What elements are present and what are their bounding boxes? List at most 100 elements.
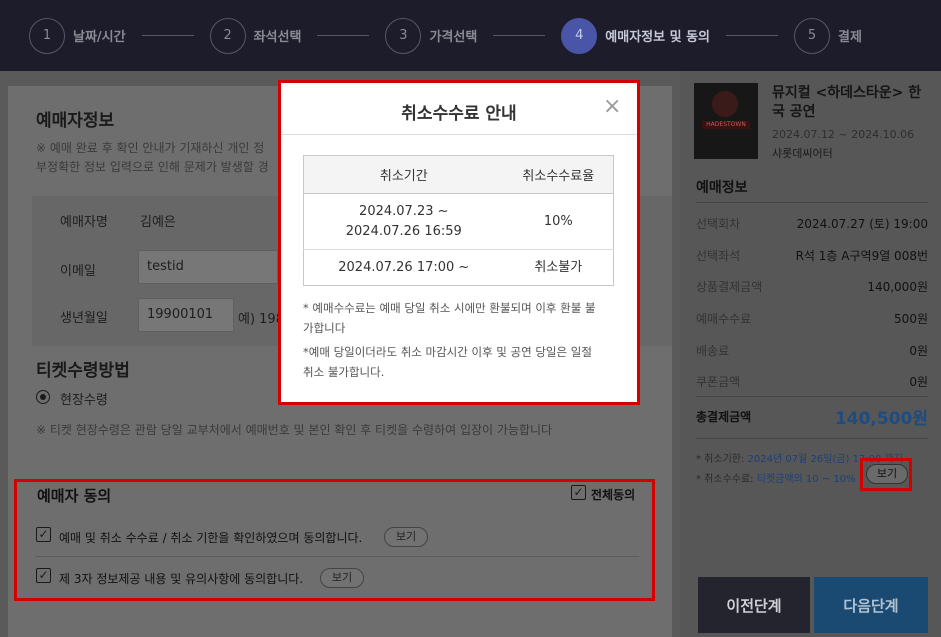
period-cell: 2024.07.26 17:00 ~ [338, 259, 470, 275]
step-5: 5 결제 [794, 17, 862, 54]
ticket-method-title: 티켓수령방법 [36, 361, 130, 381]
table-row: 2024.07.23 ~ 2024.07.26 16:59 10% [303, 193, 614, 250]
note-line: *예매 당일이더라도 취소 마감시간 이후 및 공연 당일은 일절 [303, 345, 592, 359]
step-divider [141, 35, 194, 36]
info-row-booking-fee: 예매수수료 500원 [696, 310, 928, 327]
step-1: 1 날짜/시간 [29, 17, 210, 54]
note-line: 가합니다 [303, 321, 346, 335]
cancel-deadline-label: * 취소기한: [696, 454, 745, 465]
booker-info-title: 예매자정보 [36, 111, 115, 131]
period-cell: 2024.07.23 ~ 2024.07.26 16:59 [303, 193, 504, 250]
note-line: 취소 불가합니다. [303, 365, 385, 379]
birth-label: 생년월일 [60, 311, 108, 326]
rate-cell: 취소불가 [534, 259, 583, 275]
show-title: 뮤지컬 <하데스타운> 한국 공연 [772, 85, 922, 120]
cancel-fee-modal: 취소수수료 안내 × 취소기간 취소수수료율 2024.07.23 ~ 2024… [278, 80, 640, 405]
cancel-fee: * 취소수수료: 티켓금액의 10 ~ 10% [696, 470, 856, 485]
step-3: 3 가격선택 [385, 17, 561, 54]
agree-fee-label: 예매 및 취소 수수료 / 취소 기한을 확인하였으며 동의합니다. [59, 531, 363, 545]
booking-summary-panel: HADESTOWN 뮤지컬 <하데스타운> 한국 공연 2024.07.12 ~… [680, 71, 941, 637]
table-row: 2024.07.26 17:00 ~ 취소불가 [304, 250, 614, 286]
agreement-title: 예매자 동의 [37, 487, 112, 505]
email-label: 이메일 [60, 264, 96, 279]
poster-logo: HADESTOWN [702, 121, 750, 129]
column-header-rate: 취소수수료율 [503, 155, 614, 194]
info-value: 500원 [894, 312, 928, 326]
agree-all-label: 전체동의 [591, 488, 636, 502]
step-divider [317, 35, 370, 36]
birth-field[interactable]: 19900101 [138, 298, 234, 332]
agree-third-party-checkbox[interactable]: ✓ [36, 568, 51, 583]
booking-info-title: 예매정보 [696, 180, 748, 196]
info-value: R석 1층 A구역9열 008번 [795, 249, 928, 263]
rate-cell: 10% [503, 193, 614, 250]
divider [696, 396, 928, 397]
step-bar: 1 날짜/시간 2 좌석선택 3 가격선택 4 예매자정보 및 동의 5 결제 [0, 0, 941, 71]
info-key: 쿠폰금액 [696, 375, 741, 389]
step-number: 1 [29, 17, 65, 54]
name-label: 예매자명 [60, 215, 108, 230]
total-label: 총결제금액 [696, 410, 752, 424]
fee-view-button[interactable]: 보기 [384, 527, 428, 547]
step-label: 좌석선택 [253, 30, 302, 45]
third-party-view-button[interactable]: 보기 [320, 568, 364, 588]
highlight-box [860, 458, 912, 491]
cancel-fee-label: * 취소수수료: [696, 474, 754, 485]
period-end: 2024.07.26 16:59 [345, 223, 462, 239]
agree-all-checkbox[interactable]: ✓ [571, 485, 586, 500]
agree-fee-checkbox[interactable]: ✓ [36, 527, 51, 542]
cancel-fee-value: 티켓금액의 10 ~ 10% [756, 474, 856, 485]
info-value: 0원 [909, 344, 928, 358]
column-header-period: 취소기간 [303, 155, 504, 194]
step-divider [726, 35, 779, 36]
prev-step-button[interactable]: 이전단계 [698, 577, 810, 633]
info-key: 예매수수료 [696, 312, 752, 326]
email-field[interactable]: testid [138, 250, 278, 284]
booker-note-1: ※ 예매 완료 후 확인 안내가 기재하신 개인 정 [36, 141, 265, 155]
total-row: 총결제금액 140,500원 [696, 404, 928, 429]
onsite-label: 현장수령 [60, 393, 108, 408]
info-row-seat: 선택좌석 R석 1층 A구역9열 008번 [696, 247, 928, 264]
table-header-row: 취소기간 취소수수료율 [303, 155, 614, 194]
onsite-radio[interactable] [36, 390, 50, 404]
info-value: 2024.07.27 (토) 19:00 [796, 217, 928, 231]
divider [696, 202, 928, 203]
step-2: 2 좌석선택 [209, 17, 386, 54]
info-row-delivery: 배송료 0원 [696, 342, 928, 359]
info-key: 선택회차 [696, 217, 741, 231]
period-start: 2024.07.23 ~ [359, 203, 449, 219]
info-row-price: 상품결제금액 140,000원 [696, 278, 928, 295]
modal-title: 취소수수료 안내 [401, 104, 517, 124]
divider [35, 556, 639, 557]
show-period: 2024.07.12 ~ 2024.10.06 [772, 128, 915, 141]
info-key: 선택좌석 [696, 249, 741, 263]
agree-third-party-label: 제 3자 정보제공 내용 및 유의사항에 동의합니다. [59, 572, 304, 586]
step-label: 결제 [838, 30, 862, 45]
info-row-coupon: 쿠폰금액 0원 [696, 373, 928, 390]
modal-header: 취소수수료 안내 × [281, 83, 637, 135]
step-label: 가격선택 [429, 30, 478, 45]
info-value: 0원 [909, 375, 928, 389]
step-number: 3 [385, 17, 422, 54]
total-value: 140,500원 [834, 409, 928, 429]
close-icon[interactable]: × [603, 96, 621, 118]
next-step-button[interactable]: 다음단계 [814, 577, 928, 633]
ticket-note: ※ 티켓 현장수령은 관람 당일 교부처에서 예매번호 및 본인 확인 후 티켓… [36, 423, 553, 437]
info-key: 상품결제금액 [696, 280, 763, 294]
step-number: 4 [561, 17, 598, 54]
show-poster: HADESTOWN [694, 83, 758, 159]
show-venue: 샤롯데씨어터 [772, 147, 833, 160]
info-row-session: 선택회차 2024.07.27 (토) 19:00 [696, 215, 928, 232]
divider [696, 438, 928, 439]
poster-art [712, 91, 738, 117]
step-divider [493, 35, 546, 36]
step-label: 예매자정보 및 동의 [605, 30, 711, 45]
info-key: 배송료 [696, 344, 730, 358]
note-line: * 예매수수료는 예매 당일 취소 시에만 환불되며 이후 환불 불 [303, 301, 596, 315]
step-label: 날짜/시간 [73, 30, 126, 45]
cancel-fee-table: 취소기간 취소수수료율 2024.07.23 ~ 2024.07.26 16:5… [303, 155, 614, 286]
booker-note-2: 부정확한 정보 입력으로 인해 문제가 발생할 경 [36, 160, 269, 174]
modal-note-2: *예매 당일이더라도 취소 마감시간 이후 및 공연 당일은 일절 취소 불가합… [303, 342, 619, 382]
modal-note-1: * 예매수수료는 예매 당일 취소 시에만 환불되며 이후 환불 불 가합니다 [303, 298, 619, 338]
agreement-section: 예매자 동의 ✓ 전체동의 ✓ 예매 및 취소 수수료 / 취소 기한을 확인하… [14, 479, 655, 601]
